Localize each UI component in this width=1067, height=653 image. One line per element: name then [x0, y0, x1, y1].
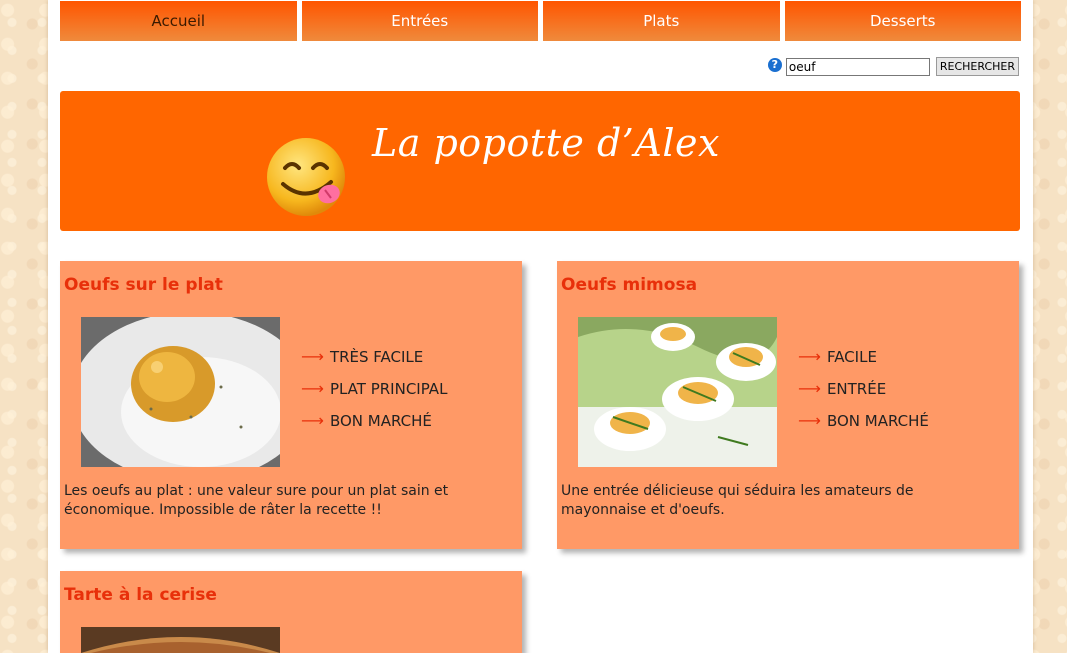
nav-item-desserts[interactable]: Desserts: [784, 1, 1021, 41]
page-container: Accueil Entrées Plats Desserts ? RECHERC…: [48, 0, 1033, 653]
arrow-icon: ⟶: [301, 347, 324, 366]
site-title[interactable]: La popotte d’Alex: [372, 121, 720, 165]
recipe-features: ⟶ TRÈS FACILE ⟶ PLAT PRINCIPAL ⟶ BON MARCHÉ: [301, 345, 447, 441]
recipe-card[interactable]: Oeufs mimosa ⟶ FACILE ⟶ ENTRÉE ⟶ BON MARCHÉ: [557, 261, 1019, 549]
feature-category: ⟶ ENTRÉE: [798, 377, 929, 409]
arrow-icon: ⟶: [301, 411, 324, 430]
arrow-icon: ⟶: [301, 379, 324, 398]
recipe-description: Les oeufs au plat : une valeur sure pour…: [64, 483, 449, 518]
smiley-tongue-icon: [267, 138, 345, 216]
feature-price: ⟶ BON MARCHÉ: [798, 409, 929, 441]
feature-category: ⟶ PLAT PRINCIPAL: [301, 377, 447, 409]
nav-item-accueil[interactable]: Accueil: [60, 1, 297, 41]
main-nav: Accueil Entrées Plats Desserts: [60, 1, 1021, 41]
arrow-icon: ⟶: [798, 379, 821, 398]
nav-item-entrees[interactable]: Entrées: [301, 1, 538, 41]
recipe-card[interactable]: Tarte à la cerise: [60, 571, 522, 653]
feature-difficulty: ⟶ TRÈS FACILE: [301, 345, 447, 377]
recipe-photo-fried-egg[interactable]: [81, 317, 280, 467]
arrow-icon: ⟶: [798, 347, 821, 366]
recipe-photo-cherry-tart[interactable]: [81, 627, 280, 653]
recipe-title[interactable]: Oeufs sur le plat: [64, 275, 223, 295]
help-icon[interactable]: ?: [767, 57, 782, 72]
arrow-icon: ⟶: [798, 411, 821, 430]
recipe-features: ⟶ FACILE ⟶ ENTRÉE ⟶ BON MARCHÉ: [798, 345, 929, 441]
recipe-photo-deviled-eggs[interactable]: [578, 317, 777, 467]
feature-price: ⟶ BON MARCHÉ: [301, 409, 447, 441]
site-banner: La popotte d’Alex: [60, 91, 1020, 231]
recipe-title[interactable]: Oeufs mimosa: [561, 275, 697, 295]
search-button[interactable]: RECHERCHER: [935, 57, 1019, 76]
nav-item-plats[interactable]: Plats: [543, 1, 780, 41]
recipe-card[interactable]: Oeufs sur le plat ⟶ TRÈS FACILE ⟶ PLAT PRI…: [60, 261, 522, 549]
recipe-title[interactable]: Tarte à la cerise: [64, 585, 217, 605]
search-input[interactable]: [785, 57, 930, 76]
recipe-description: Une entrée délicieuse qui séduira les am…: [561, 483, 914, 518]
search-bar: ? RECHERCHER: [767, 57, 1019, 76]
feature-difficulty: ⟶ FACILE: [798, 345, 929, 377]
